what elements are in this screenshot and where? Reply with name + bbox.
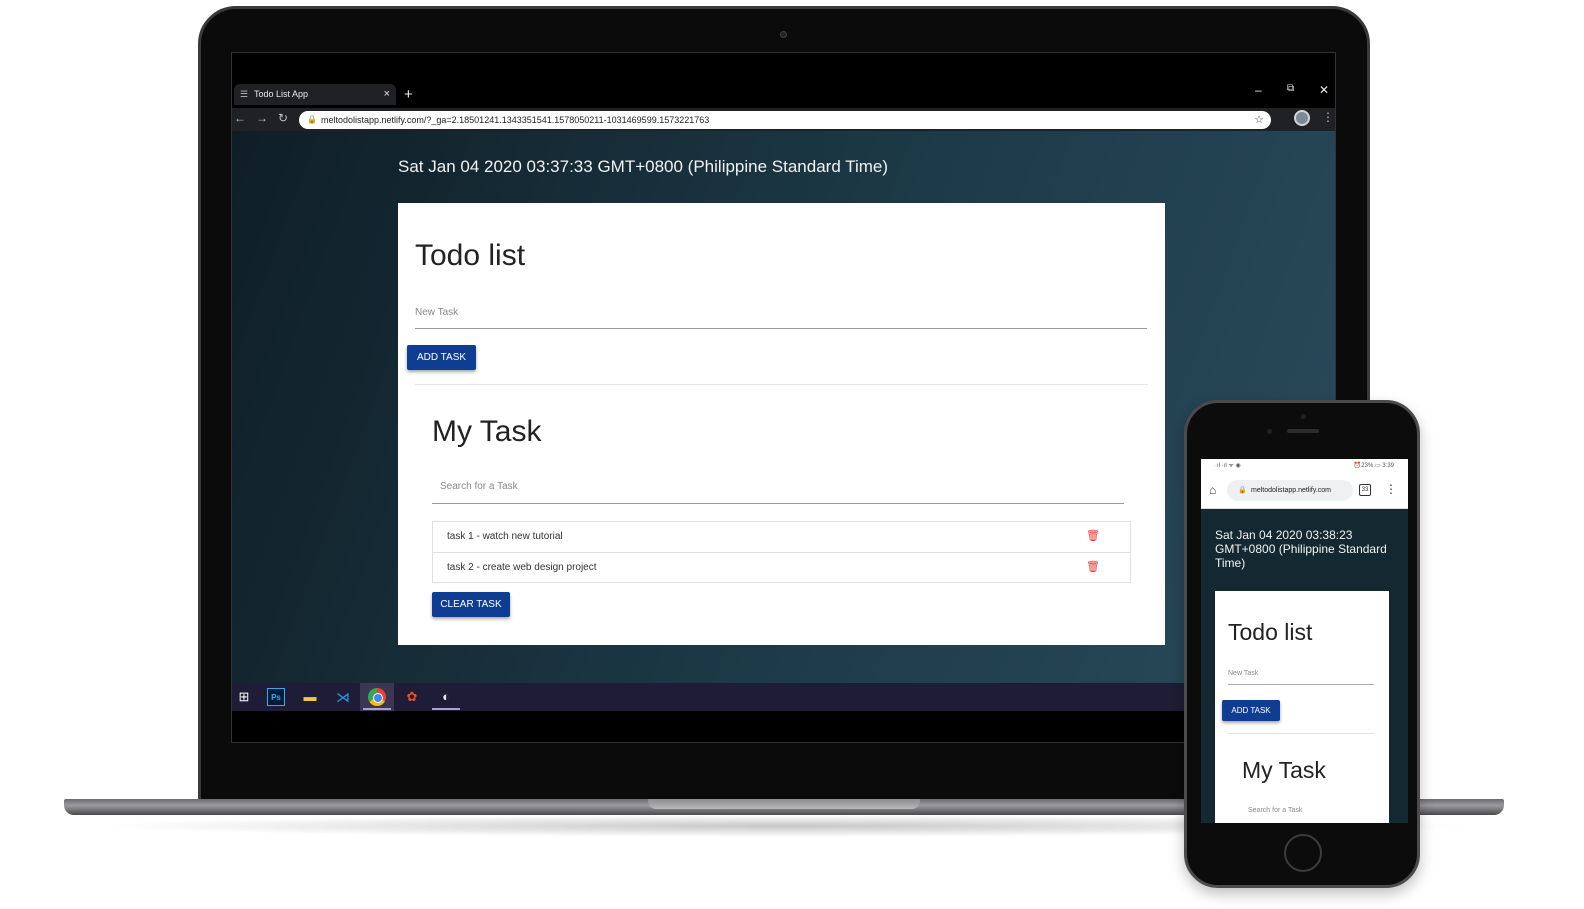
phone-new-task-input[interactable]: New Task bbox=[1228, 670, 1374, 685]
tasks-heading: My Task bbox=[432, 415, 542, 448]
task-item: task 1 - watch new tutorial 🗑 bbox=[433, 522, 1130, 552]
list-icon: ☰ bbox=[240, 89, 249, 99]
vscode-icon[interactable]: ⋊ bbox=[334, 688, 352, 706]
file-explorer-icon[interactable]: ▬ bbox=[301, 688, 319, 706]
tab-close-icon[interactable]: × bbox=[384, 84, 390, 105]
add-task-button[interactable]: ADD TASK bbox=[407, 345, 476, 370]
clear-task-button[interactable]: CLEAR TASK bbox=[432, 592, 510, 617]
figma-icon[interactable]: ✿ bbox=[403, 688, 421, 706]
phone-screen: ·ıl ·ıl ᯤ ◉ ⏰23% ▭ 3:39 ⌂ 🔒 meltodolista… bbox=[1201, 459, 1408, 823]
phone-todo-card: Todo list New Task ADD TASK My Task Sear… bbox=[1215, 591, 1389, 823]
windows-start-icon[interactable]: ⊞ bbox=[235, 688, 253, 706]
phone-current-datetime: Sat Jan 04 2020 03:38:23 GMT+0800 (Phili… bbox=[1215, 528, 1387, 570]
minimize-button[interactable]: – bbox=[1255, 83, 1262, 97]
phone-speaker bbox=[1287, 429, 1319, 433]
phone-divider bbox=[1228, 733, 1374, 734]
task-text: task 1 - watch new tutorial bbox=[447, 531, 563, 542]
browser-toolbar: ← → ↻ 🔒 meltodolistapp.netlify.com/?_ga=… bbox=[232, 108, 1335, 131]
lock-icon: 🔒 bbox=[307, 115, 317, 124]
trash-icon[interactable]: 🗑 bbox=[1086, 522, 1100, 551]
url-text: meltodolistapp.netlify.com/?_ga=2.185012… bbox=[321, 115, 710, 125]
phone-tasks-heading: My Task bbox=[1242, 757, 1326, 783]
battery-time: ⏰23% ▭ 3:39 bbox=[1353, 463, 1394, 469]
bookmark-star-icon[interactable]: ☆ bbox=[1254, 111, 1264, 129]
phone-search-input[interactable]: Search for a Task bbox=[1242, 807, 1372, 814]
tab-switcher-icon[interactable]: 33 bbox=[1359, 484, 1371, 496]
phone-url-text: meltodolistapp.netlify.com bbox=[1251, 487, 1332, 494]
task-list: task 1 - watch new tutorial 🗑 task 2 - c… bbox=[432, 521, 1131, 583]
phone-home-button[interactable] bbox=[1284, 834, 1322, 872]
phone-url-bar: ⌂ 🔒 meltodolistapp.netlify.com 33 ⋮ bbox=[1201, 473, 1408, 509]
page-title: Todo list bbox=[415, 239, 526, 272]
laptop-screen: ☰ Todo List App × + – ⧉ ✕ ← → ↻ 🔒 meltod… bbox=[231, 52, 1336, 743]
address-bar[interactable]: 🔒 meltodolistapp.netlify.com/?_ga=2.1850… bbox=[299, 111, 1271, 129]
current-datetime: Sat Jan 04 2020 03:37:33 GMT+0800 (Phili… bbox=[398, 157, 889, 176]
laptop-base-notch bbox=[648, 799, 920, 809]
restore-button[interactable]: ⧉ bbox=[1287, 83, 1294, 94]
running-indicator bbox=[432, 708, 460, 710]
divider bbox=[415, 384, 1148, 385]
trash-icon[interactable]: 🗑 bbox=[1086, 553, 1100, 582]
running-indicator bbox=[363, 708, 391, 710]
task-item: task 2 - create web design project 🗑 bbox=[433, 552, 1130, 582]
paint-icon[interactable]: ◐ bbox=[437, 688, 455, 706]
new-tab-button[interactable]: + bbox=[404, 84, 413, 105]
phone-menu-icon[interactable]: ⋮ bbox=[1385, 482, 1397, 496]
device-mockup-stage: ☰ Todo List App × + – ⧉ ✕ ← → ↻ 🔒 meltod… bbox=[0, 0, 1584, 909]
back-icon[interactable]: ← bbox=[234, 111, 246, 125]
home-icon[interactable]: ⌂ bbox=[1209, 483, 1216, 497]
close-window-button[interactable]: ✕ bbox=[1319, 83, 1329, 97]
browser-tab[interactable]: ☰ Todo List App × bbox=[234, 84, 396, 105]
task-text: task 2 - create web design project bbox=[447, 562, 597, 573]
phone-page-title: Todo list bbox=[1228, 619, 1313, 645]
browser-menu-icon[interactable]: ⋮ bbox=[1322, 110, 1334, 124]
phone-camera-icon bbox=[1301, 414, 1306, 419]
app-page: Sat Jan 04 2020 03:37:33 GMT+0800 (Phili… bbox=[232, 131, 1335, 683]
lock-icon: 🔒 bbox=[1238, 487, 1247, 494]
todo-card: Todo list New Task ADD TASK My Task Sear… bbox=[398, 203, 1165, 645]
profile-avatar[interactable] bbox=[1294, 110, 1310, 126]
new-task-input[interactable]: New Task bbox=[415, 307, 1147, 329]
phone-address-bar[interactable]: 🔒 meltodolistapp.netlify.com bbox=[1227, 480, 1353, 501]
tab-title: Todo List App bbox=[254, 89, 309, 99]
phone-frame: ·ıl ·ıl ᯤ ◉ ⏰23% ▭ 3:39 ⌂ 🔒 meltodolista… bbox=[1184, 400, 1420, 888]
phone-add-task-button[interactable]: ADD TASK bbox=[1222, 700, 1280, 721]
forward-icon[interactable]: → bbox=[256, 111, 268, 125]
reload-icon[interactable]: ↻ bbox=[278, 111, 288, 125]
phone-status-bar: ·ıl ·ıl ᯤ ◉ ⏰23% ▭ 3:39 bbox=[1201, 459, 1408, 473]
chrome-icon[interactable] bbox=[368, 688, 386, 706]
signal-icons: ·ıl ·ıl ᯤ ◉ bbox=[1215, 463, 1241, 469]
browser-titlebar: ☰ Todo List App × + – ⧉ ✕ bbox=[232, 53, 1335, 108]
windows-taskbar: ⊞ Ps ▬ ⋊ ✿ ◐ bbox=[232, 683, 1335, 711]
phone-sensor-icon bbox=[1267, 429, 1272, 434]
photoshop-icon[interactable]: Ps bbox=[267, 688, 285, 706]
webcam-icon bbox=[780, 31, 787, 38]
search-input[interactable]: Search for a Task bbox=[432, 481, 1124, 504]
